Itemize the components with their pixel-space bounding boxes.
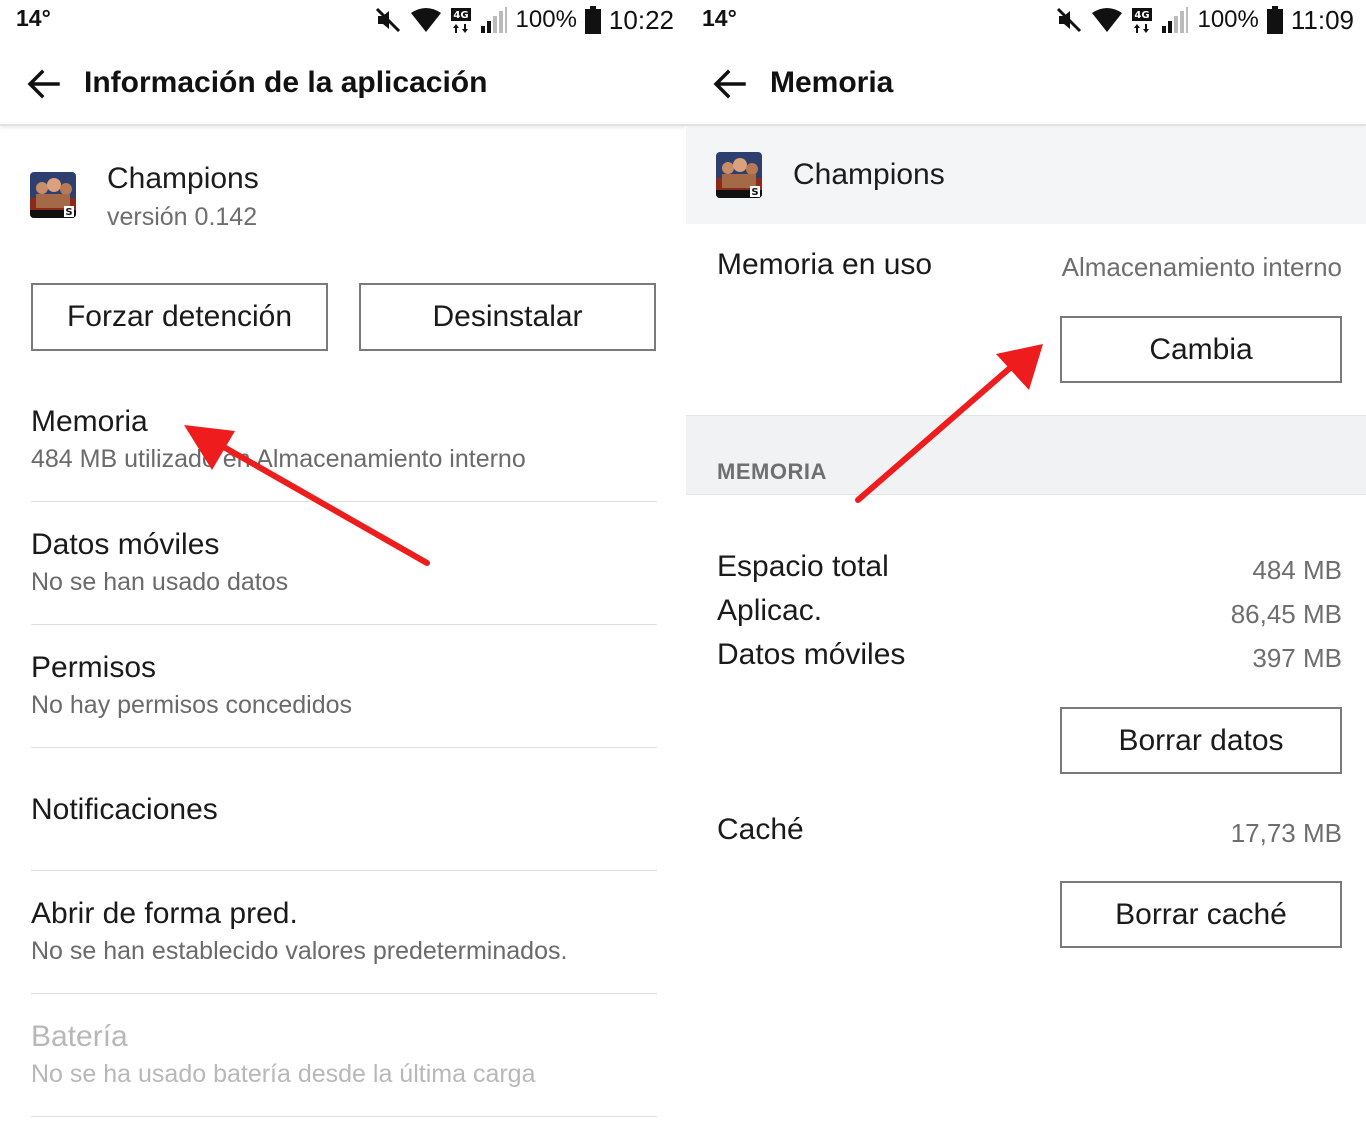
total-space-value: 484 MB — [1252, 555, 1342, 585]
change-storage-button[interactable]: Cambia — [1060, 316, 1342, 383]
battery-percent: 100% — [515, 6, 577, 33]
list-item-battery: Batería No se ha usado batería desde la … — [31, 1019, 657, 1090]
section-title: MEMORIA — [717, 459, 827, 484]
mute-icon — [1055, 6, 1083, 34]
divider — [31, 1116, 657, 1117]
4g-icon: 4G — [450, 6, 472, 34]
app-icon: S — [716, 152, 762, 198]
page-title: Memoria — [770, 66, 894, 99]
data-size-label: Datos móviles — [717, 638, 906, 671]
uninstall-button[interactable]: Desinstalar — [359, 283, 656, 351]
back-arrow-icon[interactable] — [24, 64, 64, 104]
list-item-subtitle: 484 MB utilizado en Almacenamiento inter… — [31, 445, 526, 473]
list-item-permissions[interactable]: Permisos No hay permisos concedidos — [31, 650, 657, 721]
mute-icon — [374, 6, 402, 34]
list-item-subtitle: No se ha usado batería desde la última c… — [31, 1060, 536, 1088]
divider — [31, 993, 657, 994]
list-item-title: Batería — [31, 1020, 128, 1053]
list-item-title: Permisos — [31, 651, 157, 684]
app-size-value: 86,45 MB — [1230, 599, 1342, 629]
divider — [31, 870, 657, 871]
svg-text:S: S — [751, 187, 758, 198]
divider — [31, 501, 657, 502]
app-icon: S — [30, 172, 76, 218]
app-size-label: Aplicac. — [717, 594, 823, 627]
temperature-text: 14° — [16, 5, 51, 31]
total-space-label: Espacio total — [717, 550, 889, 583]
list-item-notifications[interactable]: Notificaciones — [31, 792, 657, 828]
list-item-title: Memoria — [31, 405, 148, 438]
svg-text:4G: 4G — [1135, 10, 1150, 21]
list-item-title: Datos móviles — [31, 528, 220, 561]
force-stop-button[interactable]: Forzar detención — [31, 283, 328, 351]
svg-text:S: S — [65, 207, 72, 218]
app-info-screen: 14° 4G 100% 10:22 Información de la apli… — [0, 0, 686, 1137]
signal-icon — [480, 6, 508, 34]
section-header: MEMORIA — [686, 415, 1366, 495]
divider — [31, 747, 657, 748]
back-arrow-icon[interactable] — [710, 64, 750, 104]
svg-text:4G: 4G — [453, 10, 468, 21]
app-header: S Champions — [686, 128, 1366, 224]
storage-screen: 14° 4G 100% 11:09 Memoria S Champions Me… — [686, 0, 1366, 1137]
clear-data-button[interactable]: Borrar datos — [1060, 707, 1342, 774]
list-item-mobile-data[interactable]: Datos móviles No se han usado datos — [31, 527, 657, 598]
app-name: Champions — [107, 162, 259, 195]
clock-text: 10:22 — [608, 4, 674, 35]
cache-label: Caché — [717, 813, 804, 846]
list-item-subtitle: No se han establecido valores predetermi… — [31, 937, 568, 965]
status-icons: 4G 100% 10:22 — [374, 2, 674, 38]
data-size-value: 397 MB — [1252, 643, 1342, 673]
battery-percent: 100% — [1197, 6, 1259, 33]
storage-used-value: Almacenamiento interno — [1061, 252, 1342, 282]
toolbar: Información de la aplicación — [0, 40, 686, 126]
list-item-open-by-default[interactable]: Abrir de forma pred. No se han estableci… — [31, 896, 657, 967]
divider — [31, 624, 657, 625]
list-item-storage[interactable]: Memoria 484 MB utilizado en Almacenamien… — [31, 404, 657, 475]
list-item-subtitle: No hay permisos concedidos — [31, 691, 352, 719]
signal-icon — [1161, 6, 1189, 34]
clock-text: 11:09 — [1290, 4, 1354, 35]
list-item-title: Notificaciones — [31, 793, 218, 826]
page-title: Información de la aplicación — [84, 66, 488, 99]
app-version: versión 0.142 — [107, 203, 258, 231]
toolbar: Memoria — [686, 40, 1366, 126]
app-name: Champions — [793, 158, 945, 191]
battery-icon — [1266, 6, 1283, 34]
status-bar: 14° 4G 100% 11:09 — [686, 0, 1366, 40]
temperature-text: 14° — [702, 5, 737, 31]
battery-icon — [584, 6, 601, 34]
list-item-title: Abrir de forma pred. — [31, 897, 298, 930]
storage-used-label: Memoria en uso — [717, 248, 933, 281]
wifi-icon — [410, 7, 442, 33]
status-icons: 4G 100% 11:09 — [1055, 2, 1354, 38]
wifi-icon — [1091, 7, 1123, 33]
clear-cache-button[interactable]: Borrar caché — [1060, 881, 1342, 948]
cache-value: 17,73 MB — [1230, 818, 1342, 848]
status-bar: 14° 4G 100% 10:22 — [0, 0, 686, 40]
list-item-subtitle: No se han usado datos — [31, 568, 289, 596]
4g-icon: 4G — [1131, 6, 1153, 34]
